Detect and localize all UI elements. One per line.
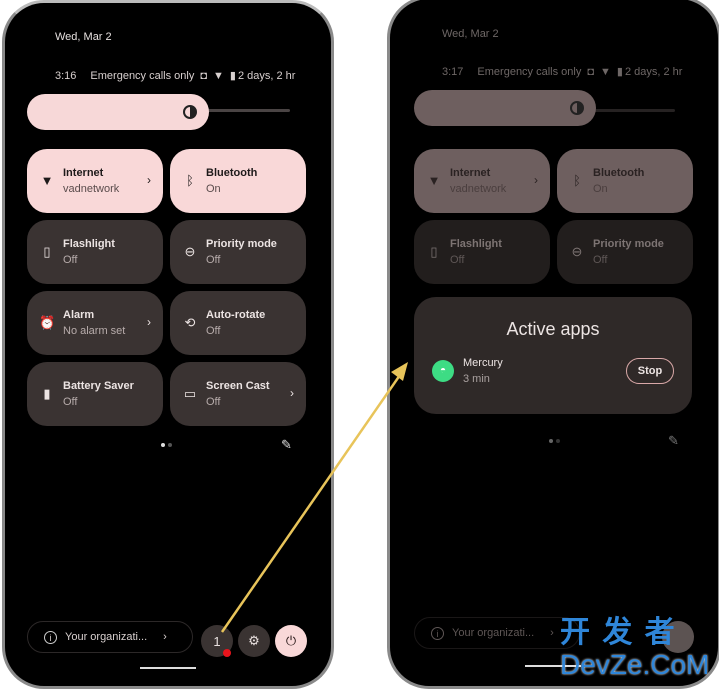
arrow-line bbox=[220, 374, 402, 633]
watermark-latin: DevZe.CoM bbox=[560, 649, 710, 680]
watermark-cn: 开 发 者 bbox=[560, 616, 677, 649]
arrow-head bbox=[391, 362, 408, 381]
annotation-arrow bbox=[220, 362, 408, 633]
